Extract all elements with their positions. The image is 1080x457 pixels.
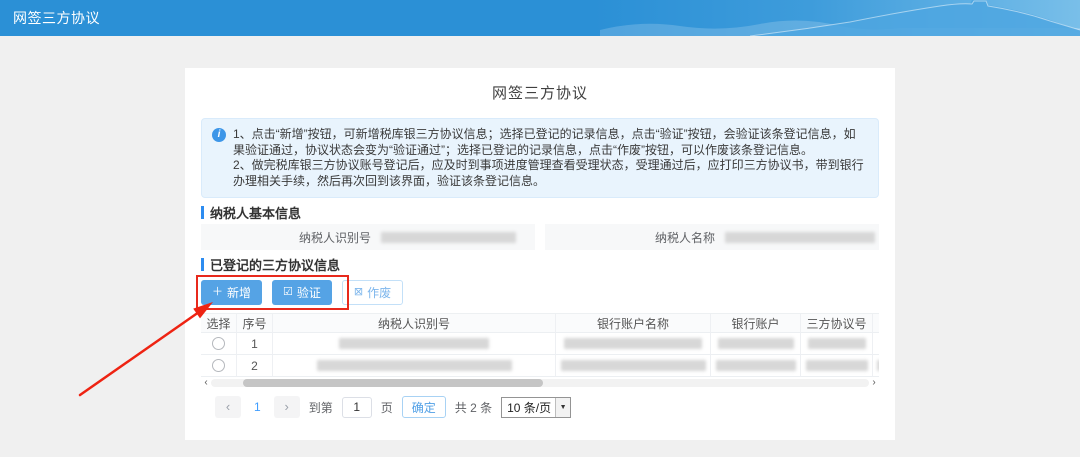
redacted-taxpayer-name	[725, 231, 875, 243]
redacted-cell	[717, 338, 794, 349]
check-square-icon: ☑	[283, 286, 293, 298]
taxpayer-id-field: 纳税人识别号	[201, 224, 535, 250]
redacted-cell	[715, 360, 796, 371]
col-header-index: 序号	[237, 314, 273, 333]
main-card: 网签三方协议 i 1、点击“新增”按钮，可新增税库银三方协议信息；选择已登记的记…	[185, 68, 895, 440]
row-select-radio[interactable]	[212, 337, 225, 350]
taxpayer-id-label: 纳税人识别号	[298, 230, 371, 245]
notice-box: i 1、点击“新增”按钮，可新增税库银三方协议信息；选择已登记的记录信息，点击“…	[201, 118, 879, 198]
plus-icon: ＋	[212, 286, 223, 298]
redacted-cell	[805, 360, 868, 371]
page-size-select[interactable]: 10 条/页 ▼	[501, 396, 572, 418]
taxpayer-name-label: 纳税人名称	[654, 230, 715, 245]
scroll-right-icon[interactable]: ›	[869, 378, 879, 388]
action-buttons: ＋ 新增 ☑ 验证 ⊠ 作废	[196, 275, 879, 310]
agreements-table: 选择 序号 纳税人识别号 银行账户名称 银行账户 三方协议号 1 2 ‹ ›	[201, 313, 879, 388]
col-header-taxpayer-id: 纳税人识别号	[273, 314, 556, 333]
redacted-cell	[807, 338, 866, 349]
col-header-select: 选择	[201, 314, 237, 333]
void-icon: ⊠	[353, 286, 364, 298]
redacted-taxpayer-id	[381, 231, 516, 243]
redacted-cell	[316, 360, 512, 371]
taxpayer-name-field: 纳税人名称	[545, 224, 879, 250]
section-bar-icon	[201, 205, 204, 219]
card-title: 网签三方协议	[491, 85, 588, 102]
confirm-button[interactable]: 确定	[401, 396, 446, 418]
great-wall-illustration	[600, 0, 1080, 36]
row-index: 1	[237, 333, 273, 355]
section-bar-icon	[201, 257, 204, 271]
scrollbar-track[interactable]	[211, 379, 869, 387]
page-title: 网签三方协议	[13, 10, 100, 26]
col-header-agreement-no: 三方协议号	[801, 314, 873, 333]
info-icon: i	[212, 128, 226, 142]
goto-page-input[interactable]	[341, 396, 372, 418]
notice-text: 1、点击“新增”按钮，可新增税库银三方协议信息；选择已登记的记录信息，点击“验证…	[233, 127, 866, 189]
agreements-section-title: 已登记的三方协议信息	[201, 256, 879, 273]
redacted-cell	[877, 360, 879, 371]
notice-line-1: 1、点击“新增”按钮，可新增税库银三方协议信息；选择已登记的记录信息，点击“验证…	[233, 127, 856, 157]
verify-button[interactable]: ☑ 验证	[272, 280, 332, 305]
redacted-cell	[564, 338, 702, 349]
add-button[interactable]: ＋ 新增	[201, 280, 263, 305]
redacted-cell	[560, 360, 706, 371]
notice-line-2: 2、做完税库银三方协议账号登记后，应及时到事项进度管理查看受理状态，受理通过后，…	[233, 158, 864, 188]
goto-suffix-label: 页	[380, 400, 393, 415]
goto-prefix-label: 到第	[308, 400, 333, 415]
pagination: ‹ 1 › 到第 页 确定 共 2 条 10 条/页 ▼	[201, 396, 879, 418]
col-header-partial	[873, 314, 879, 333]
current-page[interactable]: 1	[250, 400, 265, 414]
table-row: 1	[201, 333, 879, 355]
scrollbar-thumb[interactable]	[243, 379, 543, 387]
scroll-left-icon[interactable]: ‹	[201, 378, 211, 388]
void-button[interactable]: ⊠ 作废	[341, 280, 404, 305]
prev-page-button[interactable]: ‹	[215, 396, 241, 418]
row-select-radio[interactable]	[212, 359, 225, 372]
redacted-cell	[339, 338, 489, 349]
col-header-bank-account: 银行账户	[711, 314, 801, 333]
horizontal-scrollbar[interactable]: ‹ ›	[201, 378, 879, 388]
col-header-bank-account-name: 银行账户名称	[556, 314, 711, 333]
row-index: 2	[237, 355, 273, 377]
app-header: 网签三方协议	[0, 0, 1080, 36]
taxpayer-fields: 纳税人识别号 纳税人名称	[201, 224, 879, 250]
total-count-label: 共 2 条	[454, 400, 493, 415]
table-header-row: 选择 序号 纳税人识别号 银行账户名称 银行账户 三方协议号	[201, 313, 879, 333]
taxpayer-section-title: 纳税人基本信息	[201, 204, 879, 221]
table-row: 2	[201, 355, 879, 377]
next-page-button[interactable]: ›	[273, 396, 300, 418]
chevron-down-icon: ▼	[555, 397, 571, 417]
